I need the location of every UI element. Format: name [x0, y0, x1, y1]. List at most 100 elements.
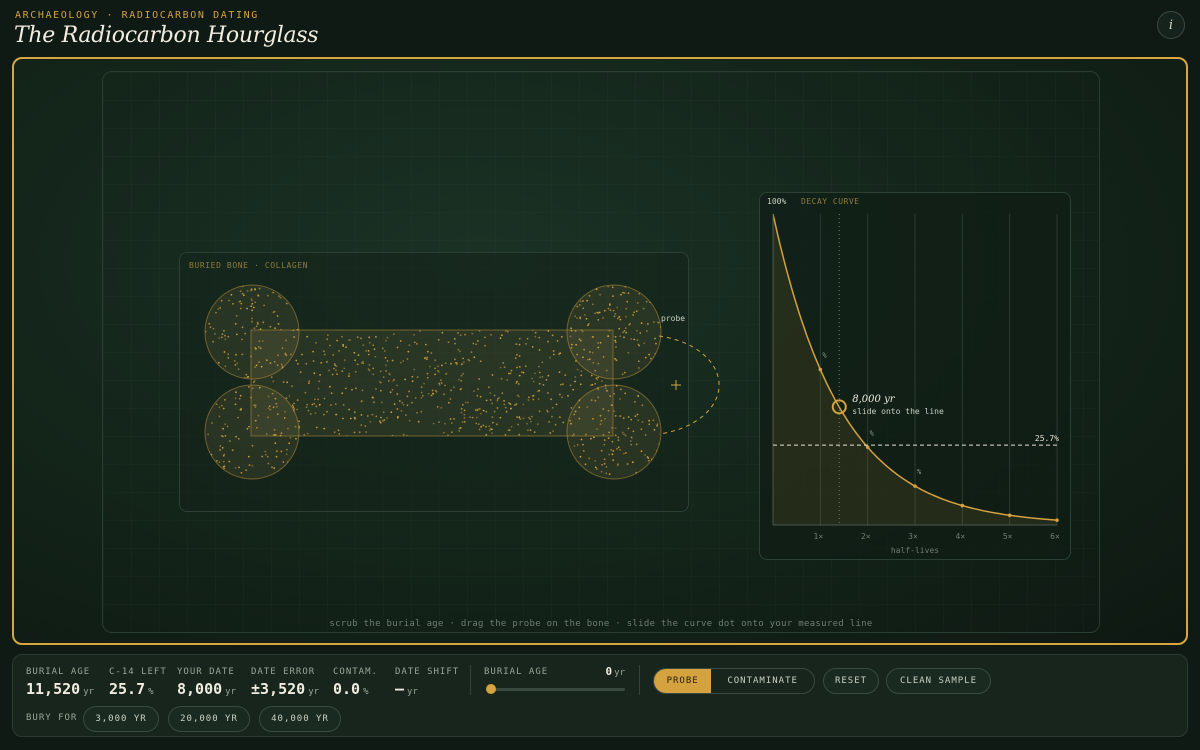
c14-atom: [503, 458, 506, 461]
c14-atom: [373, 462, 376, 465]
c14-atom: [601, 463, 603, 466]
c14-atom: [447, 341, 450, 344]
c14-atom: [279, 296, 282, 299]
c14-atom: [558, 296, 561, 298]
x-tick-label: 3×: [908, 532, 918, 541]
c14-atom: [492, 283, 494, 285]
c14-atom: [485, 456, 487, 458]
c14-atom: [238, 466, 240, 469]
c14-atom: [343, 292, 346, 294]
c14-atom: [556, 340, 559, 342]
c14-atom: [227, 357, 230, 359]
bury-20000-button[interactable]: 20,000 YR: [168, 706, 250, 732]
c14-atom: [241, 353, 244, 356]
c14-atom: [398, 297, 401, 300]
mode-contaminate-button[interactable]: CONTAMINATE: [711, 669, 814, 693]
c14-atom: [491, 402, 494, 405]
c14-atom: [640, 450, 643, 453]
c14-atom: [396, 384, 398, 387]
c14-atom: [258, 386, 261, 389]
c14-atom: [236, 362, 239, 365]
c14-atom: [660, 397, 661, 400]
c14-atom: [501, 334, 503, 337]
c14-atom: [294, 287, 296, 290]
c14-atom: [649, 375, 651, 378]
c14-atom: [615, 359, 618, 362]
c14-atom: [535, 312, 538, 314]
c14-atom: [212, 340, 214, 343]
c14-atom: [227, 335, 230, 338]
stat-c14-left: C-14 LEFT 25.7%: [109, 667, 167, 698]
c14-atom: [428, 473, 431, 476]
c14-atom: [605, 369, 608, 372]
c14-atom: [523, 301, 526, 304]
c14-atom: [237, 416, 239, 419]
c14-atom: [341, 335, 343, 338]
c14-atom: [453, 418, 455, 420]
c14-atom: [506, 446, 508, 449]
c14-atom: [637, 384, 640, 387]
c14-atom: [417, 281, 419, 283]
c14-atom: [645, 330, 648, 332]
clean-sample-button[interactable]: CLEAN SAMPLE: [886, 668, 991, 694]
burial-age-slider-track[interactable]: [490, 688, 625, 691]
c14-atom: [355, 315, 358, 317]
c14-atom: [582, 356, 584, 359]
c14-atom: [323, 353, 326, 356]
bury-for-label: BURY FOR: [26, 713, 78, 723]
decay-curve-chart[interactable]: 100% DECAY CURVE 25.7% %%% 1× 2× 3× 4× 5× 6× …: [759, 192, 1071, 560]
c14-atom: [529, 326, 531, 329]
info-button[interactable]: i: [1157, 11, 1185, 39]
c14-atom: [273, 428, 276, 431]
slider-thumb-icon[interactable]: [486, 684, 496, 694]
c14-atom: [594, 460, 597, 462]
c14-atom: [419, 330, 421, 332]
bury-3000-button[interactable]: 3,000 YR: [83, 706, 159, 732]
c14-atom: [510, 436, 512, 439]
c14-atom: [415, 314, 418, 316]
c14-atom: [460, 312, 463, 315]
c14-atom: [234, 397, 237, 400]
c14-atom: [491, 432, 493, 434]
c14-atom: [389, 448, 392, 451]
crosshair-icon[interactable]: [671, 380, 681, 390]
reset-button[interactable]: RESET: [823, 668, 879, 694]
c14-atom: [385, 285, 387, 288]
bone-visual[interactable]: probe: [179, 252, 779, 512]
c14-atom: [327, 290, 330, 293]
c14-atom: [400, 454, 402, 457]
c14-atom: [559, 416, 561, 419]
c14-atom: [424, 291, 427, 293]
c14-atom: [234, 403, 237, 406]
c14-atom: [443, 290, 446, 293]
c14-atom: [335, 413, 337, 416]
c14-atom: [666, 461, 668, 463]
c14-atom: [325, 318, 327, 320]
c14-atom: [538, 336, 541, 339]
c14-atom: [594, 466, 597, 469]
c14-atom: [529, 477, 532, 479]
c14-atom: [550, 398, 552, 401]
c14-atom: [330, 404, 332, 406]
c14-atom: [474, 450, 477, 452]
c14-atom: [402, 360, 405, 362]
c14-atom: [221, 336, 223, 339]
c14-atom: [614, 358, 616, 360]
c14-atom: [478, 428, 481, 431]
c14-atom: [286, 448, 288, 451]
mode-probe-button[interactable]: PROBE: [654, 669, 712, 693]
c14-atom: [274, 327, 276, 330]
c14-atom: [558, 468, 561, 471]
bury-40000-button[interactable]: 40,000 YR: [259, 706, 341, 732]
c14-atom: [534, 335, 537, 338]
c14-atom: [648, 423, 651, 426]
c14-atom: [524, 466, 527, 469]
c14-atom: [494, 455, 497, 458]
c14-atom: [241, 326, 244, 329]
c14-atom: [402, 433, 405, 436]
c14-atom: [510, 325, 513, 328]
stat-label: DATE ERROR: [251, 667, 316, 677]
c14-atom: [314, 398, 316, 401]
c14-atom: [290, 353, 292, 356]
c14-atom: [436, 471, 439, 473]
